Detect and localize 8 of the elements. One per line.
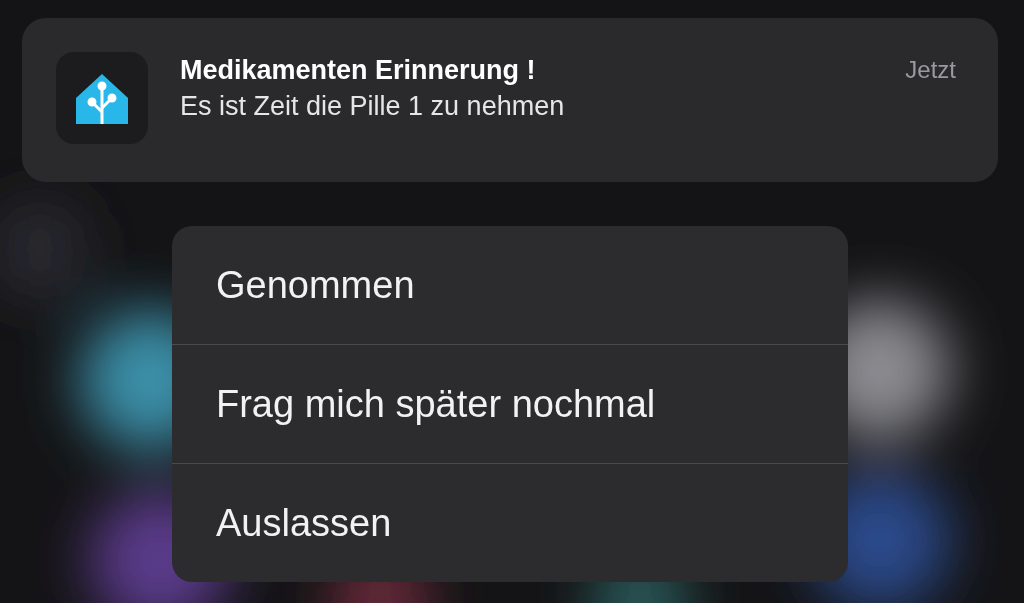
- notification-title: Medikamenten Erinnerung !: [180, 54, 537, 87]
- menu-action[interactable]: Genommen: [172, 226, 848, 344]
- menu-action[interactable]: Auslassen: [172, 464, 848, 582]
- notification-card[interactable]: Medikamenten Erinnerung ! Es ist Zeit die Pille 1 zu nehmen Jetzt: [22, 18, 998, 182]
- home-app-icon: [56, 52, 148, 144]
- menu-action[interactable]: Frag mich später nochmal: [172, 345, 848, 463]
- notification-message: Es ist Zeit die Pille 1 zu nehmen: [180, 90, 566, 123]
- notification-time: Jetzt: [905, 55, 956, 85]
